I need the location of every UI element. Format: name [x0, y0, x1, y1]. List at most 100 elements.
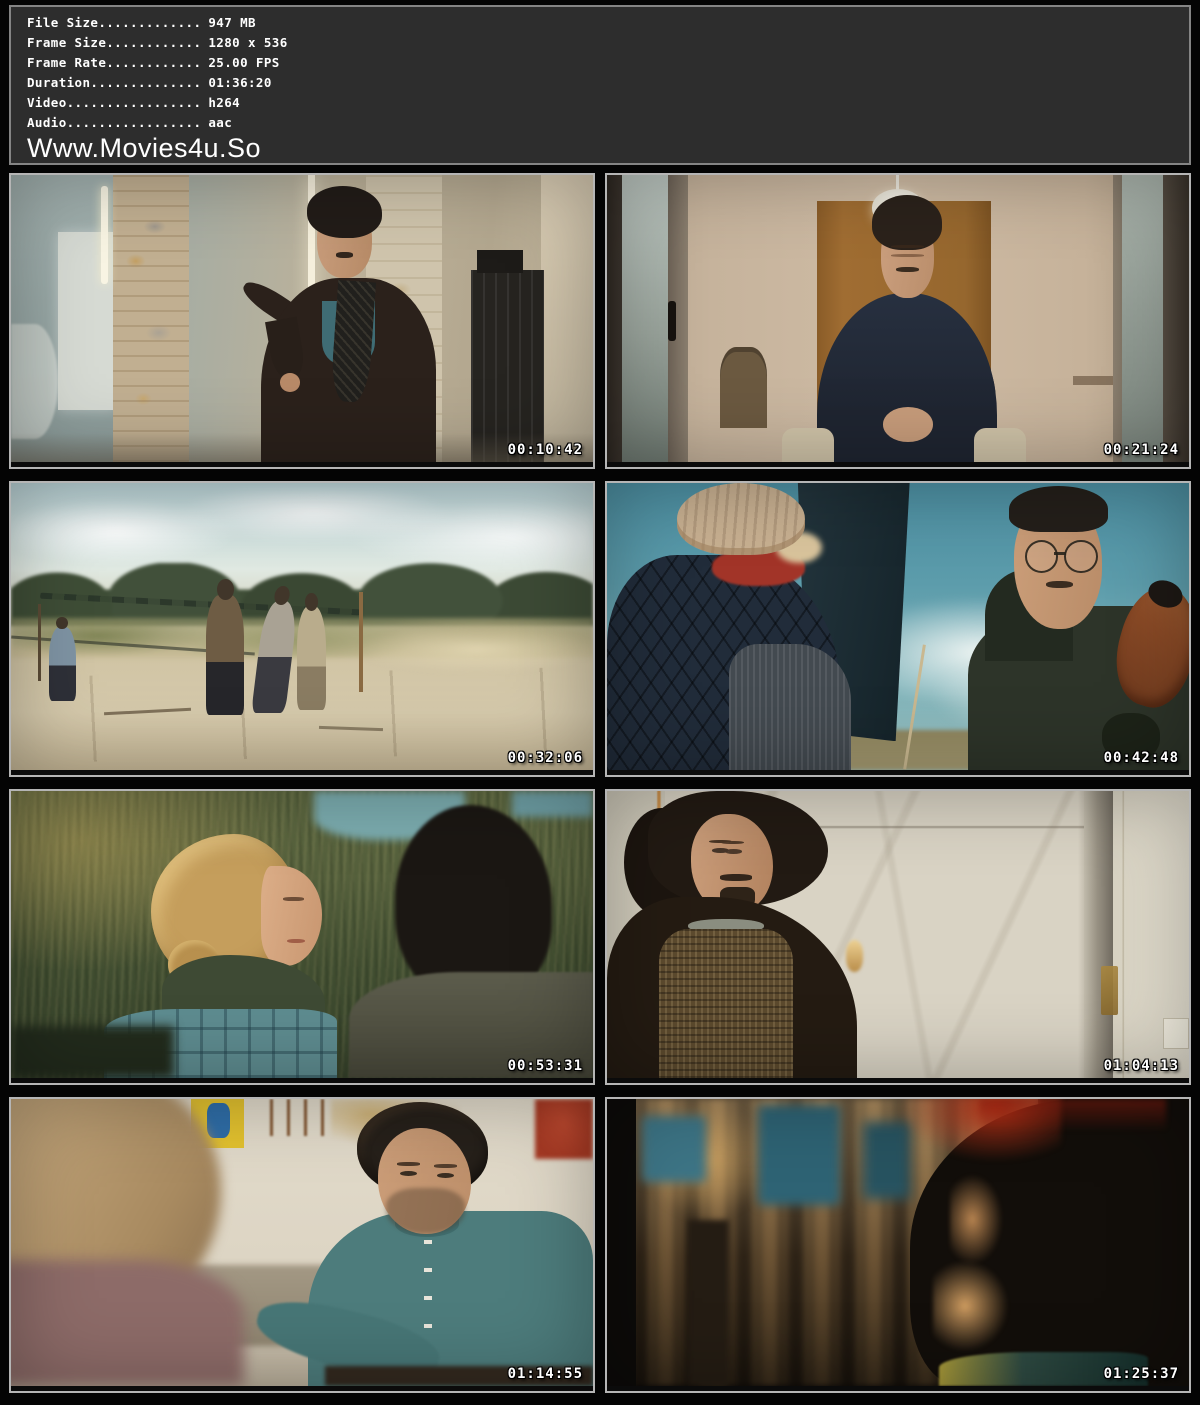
red-painting — [535, 1099, 593, 1159]
figure-hair — [307, 186, 383, 238]
timestamp-overlay: 00:21:24 — [1104, 442, 1179, 458]
info-row-duration: Duration..............01:36:20 — [27, 73, 1179, 93]
brick-pillar — [113, 175, 189, 462]
figure-hand — [280, 373, 300, 392]
latch-plate — [1163, 1018, 1189, 1050]
info-row-frame-rate: Frame Rate............25.00 FPS — [27, 53, 1179, 73]
info-value: 947 MB — [201, 15, 256, 30]
screenshot-8: 01:25:37 — [605, 1097, 1191, 1393]
window-light — [758, 1105, 839, 1205]
shelf-box — [477, 250, 524, 273]
timestamp-overlay: 00:53:31 — [508, 1058, 583, 1074]
figure-hair — [872, 195, 942, 250]
knit-sweater — [659, 929, 793, 1078]
wall-dado — [1073, 376, 1114, 385]
info-value: h264 — [201, 95, 240, 110]
figure-eyes — [400, 1171, 417, 1176]
red-lit-hair — [979, 1099, 1165, 1131]
timestamp-overlay: 01:25:37 — [1104, 1366, 1179, 1382]
dark-furniture — [688, 1220, 729, 1386]
light-strip — [101, 186, 108, 284]
drawing-figure — [207, 1103, 230, 1137]
armchair — [974, 428, 1026, 462]
still-dark-room-scene — [607, 1099, 1189, 1386]
archway — [541, 175, 593, 462]
dark-pillar — [607, 1099, 636, 1386]
still-beach-scene — [11, 483, 593, 770]
screenshot-2: 00:21:24 — [605, 173, 1191, 469]
info-row-audio: Audio.................aac — [27, 113, 1179, 133]
still-loft-scene — [11, 175, 593, 462]
timestamp-overlay: 01:14:55 — [508, 1366, 583, 1382]
figure-mustache — [896, 267, 919, 272]
figure-eyebrows — [397, 1162, 420, 1165]
glass-pane — [622, 175, 669, 462]
timestamp-overlay: 00:32:06 — [508, 750, 583, 766]
door-handle — [668, 301, 676, 341]
ribbed-sweater — [729, 644, 851, 770]
spiral-staircase — [11, 324, 58, 439]
figure-hair — [1009, 486, 1108, 532]
info-row-file-size: File Size.............947 MB — [27, 13, 1179, 33]
wall-light — [846, 940, 863, 972]
net-pole — [359, 592, 363, 692]
foreground-woman-shoulder — [11, 1260, 244, 1386]
brass-lock-plate — [1101, 966, 1118, 1015]
screenshot-6: 01:04:13 — [605, 789, 1191, 1085]
figure-mustache — [720, 874, 752, 880]
still-violin-scene — [607, 483, 1189, 770]
timestamp-overlay: 00:10:42 — [508, 442, 583, 458]
armchair — [782, 428, 834, 462]
figure-clasped-hands — [883, 407, 933, 441]
figure-mustache — [1046, 581, 1073, 588]
wall-art-sticks — [270, 1099, 334, 1136]
info-label: File Size............. — [27, 15, 201, 30]
figure-eyes — [712, 848, 729, 853]
info-value: 1280 x 536 — [201, 35, 287, 50]
neck-rim-light — [933, 1260, 1009, 1352]
person-silhouette — [49, 627, 76, 702]
glasses-bridge — [1054, 552, 1066, 555]
person-silhouette — [206, 595, 244, 716]
screenshot-grid: 00:10:42 00:21:24 — [9, 173, 1191, 1393]
screenshot-7: 01:14:55 — [9, 1097, 595, 1393]
figure-mustache — [336, 252, 353, 258]
background-chair — [720, 347, 767, 427]
foreground-grass — [11, 1026, 174, 1078]
info-label: Frame Size............ — [27, 35, 201, 50]
info-value: 01:36:20 — [201, 75, 271, 90]
screenshot-1: 00:10:42 — [9, 173, 595, 469]
figure-stubble — [386, 1188, 465, 1234]
glass-pane — [1122, 175, 1163, 462]
screenshot-3: 00:32:06 — [9, 481, 595, 777]
info-label: Frame Rate............ — [27, 55, 201, 70]
still-hallway-scene — [607, 791, 1189, 1078]
sand-dune — [360, 627, 593, 673]
timestamp-overlay: 00:42:48 — [1104, 750, 1179, 766]
sky-patch — [512, 791, 593, 817]
info-row-video: Video.................h264 — [27, 93, 1179, 113]
ear-rim-light — [950, 1174, 1002, 1266]
info-value: 25.00 FPS — [201, 55, 279, 70]
clouds — [11, 489, 593, 575]
net-pole — [38, 604, 41, 681]
wall-shadow — [1078, 791, 1113, 1078]
window-light — [642, 1116, 706, 1182]
figure-eyes — [891, 245, 924, 248]
info-row-frame-size: Frame Size............1280 x 536 — [27, 33, 1179, 53]
still-conversation-scene — [11, 1099, 593, 1386]
site-watermark: Www.Movies4u.So — [27, 133, 1179, 163]
screenshot-4: 00:42:48 — [605, 481, 1191, 777]
info-label: Audio................. — [27, 115, 201, 130]
glasses-lens — [1025, 540, 1058, 573]
info-label: Duration.............. — [27, 75, 201, 90]
still-interview-scene — [607, 175, 1189, 462]
timestamp-overlay: 01:04:13 — [1104, 1058, 1179, 1074]
info-label: Video................. — [27, 95, 201, 110]
glasses-lens — [1064, 540, 1097, 573]
person-silhouette — [297, 606, 326, 709]
info-value: aac — [201, 115, 232, 130]
still-dune-profile-scene — [11, 791, 593, 1078]
media-info-panel: File Size.............947 MB Frame Size.… — [9, 5, 1191, 165]
woman-eye — [283, 897, 304, 901]
